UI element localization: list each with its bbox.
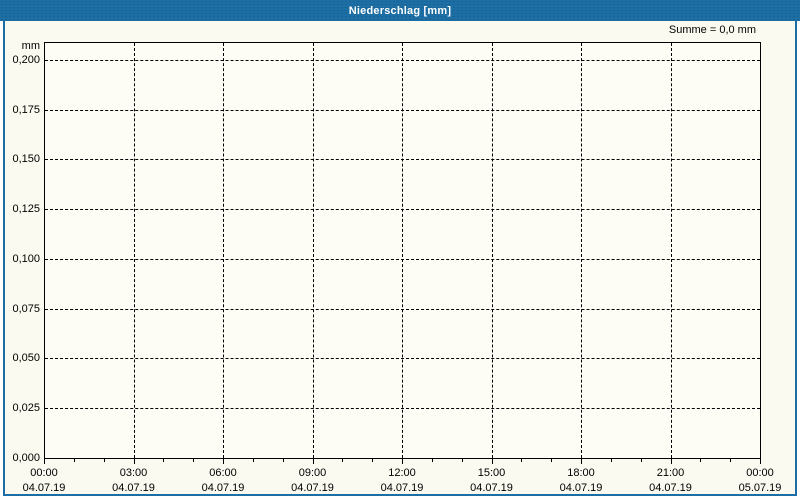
y-tick-label: 0,125 xyxy=(12,203,40,216)
y-tick-label: 0,150 xyxy=(12,153,40,166)
x-date-label: 04.07.19 xyxy=(559,482,603,494)
x-minor-tick xyxy=(432,459,433,462)
x-major-tick xyxy=(312,459,314,464)
x-date-label: 04.07.19 xyxy=(291,482,334,494)
x-date-label: 04.07.19 xyxy=(380,482,424,494)
x-date-label: 04.07.19 xyxy=(22,482,66,494)
x-minor-tick xyxy=(163,459,164,462)
y-tick-label: 0,025 xyxy=(12,402,40,415)
x-major-tick xyxy=(402,459,403,464)
x-minor-tick xyxy=(521,459,522,462)
precipitation-chart-panel: Niederschlag [mm] Summe = 0,0 mm mm 0,20… xyxy=(0,0,800,500)
x-date-label: 04.07.19 xyxy=(201,482,245,494)
x-time-label: 09:00 xyxy=(298,467,327,479)
x-gridline xyxy=(670,43,672,458)
x-time-label: 00:00 xyxy=(30,467,58,479)
x-major-tick xyxy=(223,459,224,464)
x-gridline xyxy=(491,43,493,458)
x-minor-tick xyxy=(253,459,254,462)
x-date-label: 04.07.19 xyxy=(470,482,513,494)
x-minor-tick xyxy=(342,459,343,462)
x-gridline xyxy=(133,43,135,458)
x-gridline xyxy=(402,43,403,458)
x-time-label: 15:00 xyxy=(477,467,506,479)
x-minor-tick xyxy=(74,459,75,462)
x-minor-tick xyxy=(641,459,642,462)
y-tick-label: 0,075 xyxy=(12,302,40,315)
x-date-label: 05.07.19 xyxy=(738,482,782,494)
y-axis-unit-label: mm xyxy=(21,40,40,52)
x-major-tick xyxy=(581,459,582,464)
x-date-label: 04.07.19 xyxy=(112,482,155,494)
x-minor-tick xyxy=(700,459,701,462)
x-minor-tick xyxy=(730,459,731,462)
chart-layer: Summe = 0,0 mm mm 0,200 0,175 0,150 0,125 0,… xyxy=(0,0,800,500)
x-minor-tick xyxy=(462,459,463,462)
x-time-label: 21:00 xyxy=(656,467,685,479)
x-major-tick xyxy=(760,459,761,464)
x-minor-tick xyxy=(104,459,105,462)
y-tick-label: 0,175 xyxy=(12,103,40,116)
x-gridline xyxy=(312,43,314,458)
x-major-tick xyxy=(133,459,135,464)
y-tick-label: 0,100 xyxy=(12,252,40,265)
x-major-tick xyxy=(44,459,45,464)
x-minor-tick xyxy=(193,459,194,462)
x-time-label: 12:00 xyxy=(388,467,416,479)
x-time-label: 18:00 xyxy=(567,467,595,479)
x-major-tick xyxy=(670,459,672,464)
sum-label: Summe = 0,0 mm xyxy=(668,24,756,36)
x-minor-tick xyxy=(611,459,612,462)
x-time-label: 03:00 xyxy=(119,467,148,479)
x-minor-tick xyxy=(283,459,284,462)
x-gridline xyxy=(223,43,224,458)
plot-area xyxy=(44,42,761,459)
x-date-label: 04.07.19 xyxy=(649,482,692,494)
x-time-label: 06:00 xyxy=(209,467,237,479)
x-time-label: 00:00 xyxy=(746,467,774,479)
y-tick-label: 0,000 xyxy=(12,452,40,464)
y-tick-label: 0,050 xyxy=(12,352,40,365)
x-minor-tick xyxy=(551,459,552,462)
x-gridline xyxy=(581,43,582,458)
y-tick-label: 0,200 xyxy=(12,53,40,66)
x-minor-tick xyxy=(372,459,373,462)
x-major-tick xyxy=(491,459,493,464)
